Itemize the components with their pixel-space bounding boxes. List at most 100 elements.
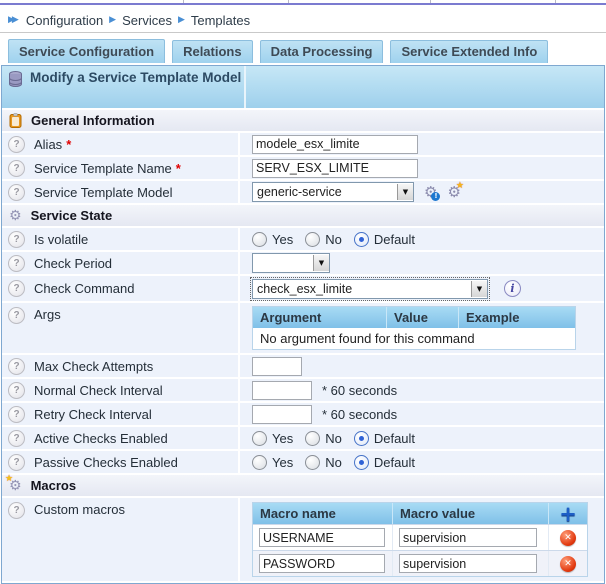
args-header-argument: Argument xyxy=(253,307,387,328)
dropdown-arrow-icon[interactable]: ▼ xyxy=(397,184,413,200)
check-period-select[interactable]: ▼ xyxy=(252,253,330,273)
form-header: Modify a Service Template Model xyxy=(2,66,604,108)
view-template-info-icon[interactable]: ⚙! xyxy=(424,185,437,200)
help-icon[interactable]: ? xyxy=(8,280,25,297)
menubar-divider xyxy=(430,0,431,3)
macros-header-value: Macro value xyxy=(393,503,549,524)
row-template-name: ? Service Template Name * xyxy=(2,157,604,181)
args-label: Args xyxy=(34,307,61,322)
breadcrumb-services[interactable]: Services xyxy=(122,13,172,28)
row-check-command: ? Check Command check_esx_limite ▼ i xyxy=(2,276,604,303)
section-macros: ⚙★ Macros xyxy=(2,475,604,498)
breadcrumb-configuration[interactable]: Configuration xyxy=(26,13,103,28)
row-max-check-attempts: ? Max Check Attempts xyxy=(2,355,604,379)
macro-value-input[interactable] xyxy=(399,554,537,573)
section-title: Macros xyxy=(31,478,77,493)
delete-macro-button[interactable]: ✕ xyxy=(560,556,576,572)
args-empty-message: No argument found for this command xyxy=(253,328,575,349)
template-name-input[interactable] xyxy=(252,159,418,178)
radio-no[interactable] xyxy=(305,232,320,247)
help-icon[interactable]: ? xyxy=(8,358,25,375)
normal-check-interval-label: Normal Check Interval xyxy=(34,383,163,398)
edit-template-icon[interactable]: ⚙★ xyxy=(447,185,460,200)
help-icon[interactable]: ? xyxy=(8,502,25,519)
help-icon[interactable]: ? xyxy=(8,136,25,153)
tab-data-processing[interactable]: Data Processing xyxy=(260,40,384,63)
row-passive-checks: ? Passive Checks Enabled Yes No Default xyxy=(2,451,604,475)
radio-default[interactable] xyxy=(354,455,369,470)
help-icon[interactable]: ? xyxy=(8,307,25,324)
help-icon[interactable]: ? xyxy=(8,160,25,177)
active-checks-radio-group: Yes No Default xyxy=(252,431,422,446)
help-icon[interactable]: ? xyxy=(8,184,25,201)
radio-yes[interactable] xyxy=(252,232,267,247)
delete-macro-button[interactable]: ✕ xyxy=(560,530,576,546)
help-icon[interactable]: ? xyxy=(8,231,25,248)
row-check-period: ? Check Period ▼ xyxy=(2,252,604,276)
radio-no[interactable] xyxy=(305,455,320,470)
help-icon[interactable]: ? xyxy=(8,406,25,423)
radio-default[interactable] xyxy=(354,431,369,446)
row-alias: ? Alias * xyxy=(2,133,604,157)
radio-no-label: No xyxy=(325,455,342,470)
radio-default-label: Default xyxy=(374,431,415,446)
args-header-example: Example xyxy=(459,307,575,328)
args-table-header: Argument Value Example xyxy=(253,307,575,328)
form-header-left: Modify a Service Template Model xyxy=(2,66,246,108)
radio-yes[interactable] xyxy=(252,455,267,470)
macro-name-input[interactable] xyxy=(259,554,385,573)
tab-service-extended-info[interactable]: Service Extended Info xyxy=(390,40,548,63)
check-command-select[interactable]: check_esx_limite ▼ xyxy=(252,279,488,299)
interval-unit-text: * 60 seconds xyxy=(322,383,397,398)
radio-default-label: Default xyxy=(374,232,415,247)
macros-header-name: Macro name xyxy=(253,503,393,524)
radio-default-label: Default xyxy=(374,455,415,470)
macros-table: Macro name Macro value + ✕ ✕ xyxy=(252,502,588,577)
section-title: General Information xyxy=(31,113,155,128)
tab-relations[interactable]: Relations xyxy=(172,40,253,63)
tab-service-configuration[interactable]: Service Configuration xyxy=(8,39,165,63)
dropdown-arrow-icon[interactable]: ▼ xyxy=(313,255,329,271)
page-title: Modify a Service Template Model xyxy=(30,69,241,108)
chevron-right-icon: ▶ xyxy=(109,15,116,25)
macro-value-input[interactable] xyxy=(399,528,537,547)
help-icon[interactable]: ? xyxy=(8,430,25,447)
help-icon[interactable]: ? xyxy=(8,382,25,399)
template-model-select[interactable]: generic-service ▼ xyxy=(252,182,414,202)
breadcrumb: ▶▶ Configuration ▶ Services ▶ Templates xyxy=(0,8,606,32)
database-icon xyxy=(8,71,23,88)
macro-row: ✕ xyxy=(253,550,587,576)
radio-yes-label: Yes xyxy=(272,431,293,446)
menubar-divider xyxy=(288,0,289,3)
radio-no-label: No xyxy=(325,232,342,247)
help-icon[interactable]: ? xyxy=(8,255,25,272)
chevron-right-icon: ▶ xyxy=(178,15,185,25)
normal-check-interval-input[interactable] xyxy=(252,381,312,400)
radio-default[interactable] xyxy=(354,232,369,247)
template-model-selected-value: generic-service xyxy=(253,185,397,199)
row-custom-macros: ? Custom macros Macro name Macro value +… xyxy=(2,498,604,583)
menubar-divider xyxy=(183,0,184,3)
double-arrow-icon: ▶▶ xyxy=(8,15,16,25)
is-volatile-label: Is volatile xyxy=(34,232,88,247)
retry-check-interval-input[interactable] xyxy=(252,405,312,424)
dropdown-arrow-icon[interactable]: ▼ xyxy=(471,281,487,297)
max-check-attempts-input[interactable] xyxy=(252,357,302,376)
is-volatile-radio-group: Yes No Default xyxy=(252,232,422,247)
breadcrumb-templates[interactable]: Templates xyxy=(191,13,250,28)
check-command-label: Check Command xyxy=(34,281,134,296)
max-check-attempts-label: Max Check Attempts xyxy=(34,359,153,374)
radio-yes[interactable] xyxy=(252,431,267,446)
help-icon[interactable]: ? xyxy=(8,454,25,471)
command-info-icon[interactable]: i xyxy=(504,280,521,297)
args-table: Argument Value Example No argument found… xyxy=(252,306,576,350)
check-command-selected-value: check_esx_limite xyxy=(253,282,471,296)
add-macro-button[interactable]: + xyxy=(559,507,577,521)
row-active-checks: ? Active Checks Enabled Yes No Default xyxy=(2,427,604,451)
macro-name-input[interactable] xyxy=(259,528,385,547)
radio-no[interactable] xyxy=(305,431,320,446)
radio-no-label: No xyxy=(325,431,342,446)
alias-input[interactable] xyxy=(252,135,418,154)
radio-yes-label: Yes xyxy=(272,232,293,247)
active-checks-label: Active Checks Enabled xyxy=(34,431,168,446)
